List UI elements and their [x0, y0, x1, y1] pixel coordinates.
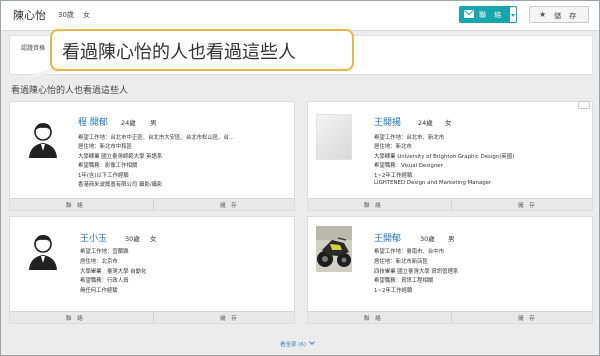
annotation-callout: 看過陳心怡的人也看過這些人 — [50, 29, 354, 71]
callout-text: 看過陳心怡的人也看過這些人 — [62, 42, 296, 63]
app-frame: 陳心怡 30歲 女 聯 絡 ★ 儲 存 認證資格 看過陳心怡的人也看過這些人 看… — [0, 0, 600, 356]
